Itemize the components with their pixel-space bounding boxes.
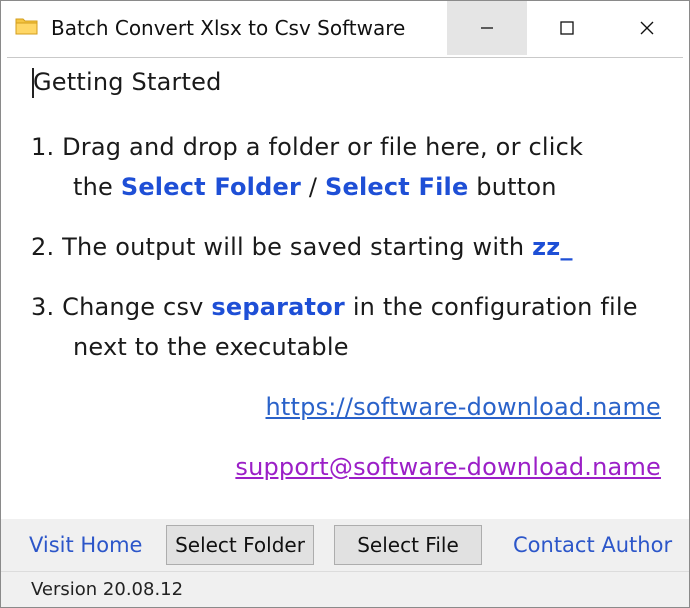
close-icon (640, 21, 654, 35)
app-window: Batch Convert Xlsx to Csv Software Getti… (0, 0, 690, 608)
step1-line2: the Select Folder / Select File button (73, 173, 557, 201)
step2-text: 2. The output will be saved starting wit… (31, 233, 525, 261)
step3-post: in the configuration file (352, 293, 638, 321)
select-file-button[interactable]: Select File (334, 525, 482, 565)
getting-started-heading: Getting Started (33, 68, 222, 96)
minimize-icon (481, 27, 493, 29)
button-strip: Visit Home Select Folder Select File Con… (1, 519, 689, 571)
website-link[interactable]: https://software-download.name (266, 393, 662, 421)
close-button[interactable] (607, 1, 687, 55)
step2-line: 2. The output will be saved starting wit… (31, 233, 573, 261)
step1-line1: 1. Drag and drop a folder or file here, … (31, 133, 584, 161)
step1-select-folder: Select Folder (120, 173, 301, 201)
step3-line2: next to the executable (73, 333, 349, 361)
drop-area[interactable]: Getting Started 1. Drag and drop a folde… (7, 57, 683, 519)
step1-select-file: Select File (324, 173, 469, 201)
minimize-button[interactable] (447, 1, 527, 55)
maximize-icon (560, 21, 574, 35)
visit-home-link[interactable]: Visit Home (29, 533, 142, 557)
contact-author-link[interactable]: Contact Author (513, 533, 672, 557)
version-label: Version 20.08.12 (31, 579, 184, 600)
support-email-link[interactable]: support@software-download.name (235, 453, 661, 481)
folder-icon (15, 18, 38, 35)
step2-prefix: zz_ (532, 233, 573, 261)
window-title: Batch Convert Xlsx to Csv Software (51, 16, 406, 40)
step3-line1: 3. Change csv separator in the configura… (31, 293, 638, 321)
status-bar: Version 20.08.12 (1, 571, 689, 607)
step1-the: the (73, 173, 113, 201)
title-bar[interactable]: Batch Convert Xlsx to Csv Software (1, 1, 689, 55)
step3-separator: separator (211, 293, 345, 321)
maximize-button[interactable] (527, 1, 607, 55)
step1-slash: / (308, 173, 318, 201)
step1-button-word: button (476, 173, 557, 201)
select-folder-button[interactable]: Select Folder (166, 525, 314, 565)
step3-pre: 3. Change csv (31, 293, 204, 321)
